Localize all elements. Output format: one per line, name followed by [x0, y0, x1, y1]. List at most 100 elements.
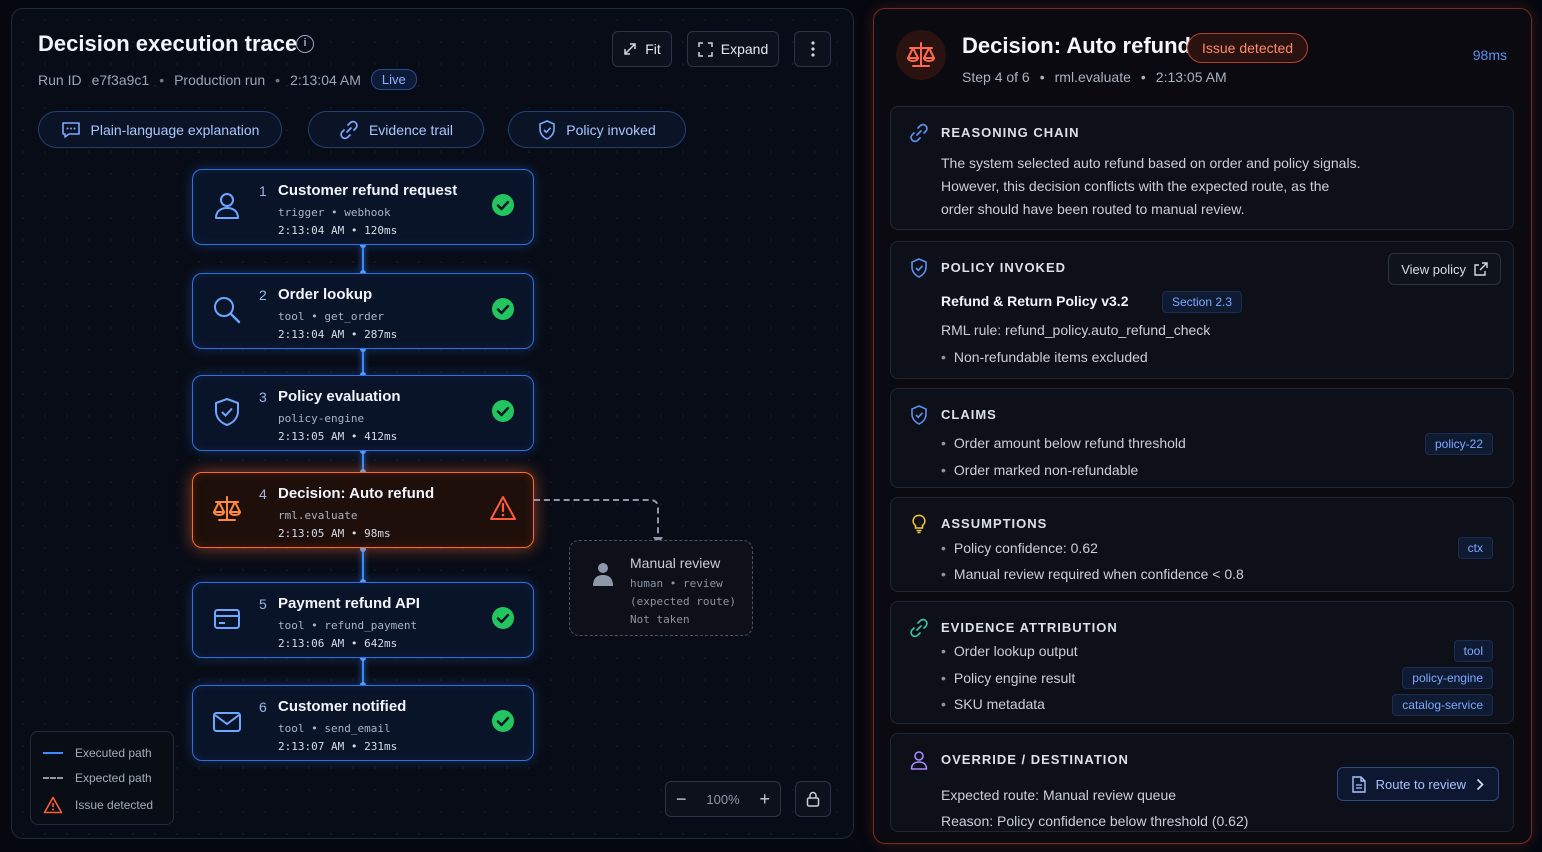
claim-source-tag[interactable]: policy-22 [1424, 433, 1493, 455]
solid-line-swatch [43, 752, 63, 754]
detail-panel: Decision: Auto refund Issue detected 98m… [873, 8, 1532, 844]
external-link-icon [1474, 262, 1488, 276]
trace-node-payment-refund-api[interactable]: 5 Payment refund API tool • refund_payme… [192, 582, 534, 658]
step-subtitle: tool • send_email [278, 722, 391, 735]
manual-review-title: Manual review [630, 555, 721, 571]
view-policy-label: View policy [1401, 261, 1466, 277]
chat-icon [61, 121, 80, 138]
evidence-item: Order lookup output [941, 643, 1078, 659]
trace-node-customer-refund-request[interactable]: 1 Customer refund request trigger • webh… [192, 169, 534, 245]
fit-label: Fit [645, 41, 661, 57]
reasoning-chain-heading: REASONING CHAIN [941, 125, 1080, 140]
trace-panel: Decision execution trace i Run ID e7f3a9… [11, 8, 854, 839]
scales-icon [213, 496, 241, 521]
warning-icon [490, 496, 516, 520]
reasoning-chain-card: REASONING CHAIN The system selected auto… [890, 106, 1514, 230]
executed-path-connector [360, 448, 366, 475]
zoom-out-button[interactable]: − [676, 789, 687, 810]
fit-button[interactable]: Fit [612, 31, 672, 67]
info-icon[interactable]: i [296, 35, 314, 53]
claims-heading: CLAIMS [941, 407, 997, 422]
check-circle-icon [492, 607, 514, 629]
detail-time: 2:13:05 AM [1155, 69, 1227, 85]
step-subtitle: trigger • webhook [278, 206, 391, 219]
policy-invoked-pill[interactable]: Policy invoked [508, 111, 686, 148]
step-title: Decision: Auto refund [278, 485, 435, 502]
check-circle-icon [492, 298, 514, 320]
trace-node-customer-notified[interactable]: 6 Customer notified tool • send_email 2:… [192, 685, 534, 761]
dashed-line-swatch [43, 777, 63, 779]
legend-executed: Executed path [43, 746, 152, 760]
check-circle-icon [492, 710, 514, 732]
policy-invoked-label: Policy invoked [566, 121, 656, 138]
step-timing: 2:13:06 AM • 642ms [278, 637, 398, 650]
expected-route: Expected route: Manual review queue [941, 787, 1177, 803]
evidence-trail-label: Evidence trail [368, 121, 454, 138]
executed-path-connector [360, 655, 366, 688]
explanation-label: Plain-language explanation [90, 121, 260, 138]
lock-button[interactable] [795, 781, 831, 817]
step-title: Order lookup [278, 286, 373, 303]
claim-item: Order marked non-refundable [941, 462, 1138, 478]
evidence-source-tag[interactable]: tool [1453, 640, 1493, 662]
check-circle-icon [492, 400, 514, 422]
evidence-source-tag[interactable]: policy-engine [1402, 667, 1493, 689]
live-badge: Live [370, 69, 417, 90]
expand-button[interactable]: Expand [687, 31, 779, 67]
section-tag[interactable]: Section 2.3 [1162, 291, 1243, 313]
trace-node-order-lookup[interactable]: 2 Order lookup tool • get_order 2:13:04 … [192, 273, 534, 349]
shield-check-icon [539, 119, 556, 140]
expected-path-connector [534, 499, 659, 541]
claim-item: Order amount below refund threshold [941, 435, 1186, 451]
step-timing: 2:13:04 AM • 287ms [278, 328, 398, 341]
reasoning-text: The system selected auto refund based on… [941, 152, 1360, 221]
expand-icon [698, 41, 713, 57]
more-options-button[interactable] [794, 31, 831, 67]
trace-node-policy-evaluation[interactable]: 3 Policy evaluation policy-engine 2:13:0… [192, 375, 534, 451]
step-subtitle: rml.evaluate [278, 509, 358, 522]
search-icon [214, 297, 241, 324]
mail-icon [213, 712, 241, 732]
kebab-icon [810, 41, 815, 57]
zoom-in-button[interactable]: + [759, 789, 770, 810]
step-timing: 2:13:05 AM • 98ms [278, 527, 391, 540]
view-policy-button[interactable]: View policy [1388, 253, 1501, 285]
explanation-pill[interactable]: Plain-language explanation [38, 111, 282, 148]
separator-dot: • [1039, 69, 1045, 85]
separator-dot: • [1140, 69, 1146, 85]
route-to-review-button[interactable]: Route to review [1336, 767, 1499, 801]
policy-invoked-heading: POLICY INVOKED [941, 260, 1067, 275]
assumption-source-tag[interactable]: ctx [1457, 537, 1493, 559]
step-number: 2 [259, 287, 267, 303]
assumption-item: Manual review required when confidence <… [941, 566, 1244, 582]
step-title: Customer refund request [278, 182, 458, 199]
assumptions-heading: ASSUMPTIONS [941, 516, 1048, 531]
zoom-level: 100% [706, 791, 740, 807]
link-icon [910, 123, 928, 143]
assumptions-card: ASSUMPTIONS Policy confidence: 0.62 Manu… [890, 497, 1514, 592]
legend-executed-label: Executed path [75, 746, 152, 760]
manual-review-node[interactable]: Manual review human • review (expected r… [569, 540, 753, 636]
lock-icon [806, 791, 820, 807]
user-icon [215, 193, 239, 219]
step-indicator: Step 4 of 6 [962, 69, 1030, 85]
evidence-item: SKU metadata [941, 696, 1045, 712]
run-id-label: Run ID [38, 71, 82, 88]
policy-bullet: Non-refundable items excluded [941, 349, 1148, 365]
evidence-trail-pill[interactable]: Evidence trail [308, 111, 484, 148]
shield-icon [215, 398, 239, 426]
separator-dot: • [275, 71, 281, 88]
legend-issue-label: Issue detected [75, 798, 154, 812]
legend: Executed path Expected path Issue detect… [30, 731, 174, 825]
detail-title: Decision: Auto refund [962, 33, 1191, 58]
evidence-source-tag[interactable]: catalog-service [1392, 694, 1493, 716]
step-subtitle: tool • refund_payment [278, 619, 418, 632]
credit-card-icon [214, 609, 240, 629]
link-icon [340, 120, 358, 139]
override-reason: Reason: Policy confidence below threshol… [941, 813, 1249, 829]
manual-review-subtitle: human • review [630, 577, 723, 590]
evidence-attribution-card: EVIDENCE ATTRIBUTION Order lookup output… [890, 601, 1514, 724]
step-number: 6 [259, 699, 267, 715]
step-subtitle: policy-engine [278, 412, 365, 425]
trace-node-decision-auto-refund[interactable]: 4 Decision: Auto refund rml.evaluate 2:1… [192, 472, 534, 548]
